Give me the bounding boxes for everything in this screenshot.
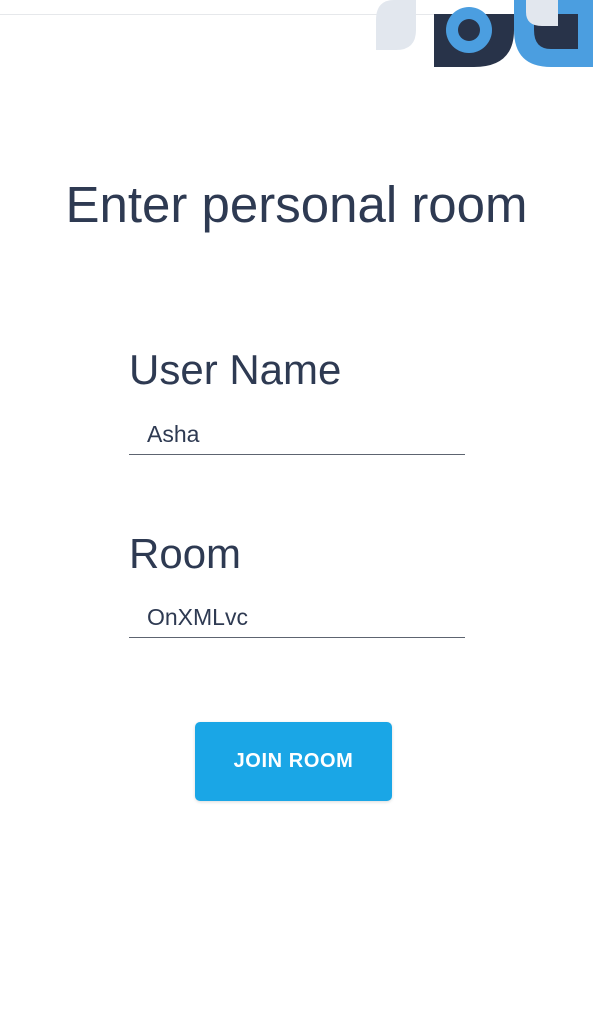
logo-light-notch [526, 0, 558, 26]
room-label: Room [129, 530, 242, 577]
logo-ring-dark-core [458, 19, 480, 41]
user-name-input[interactable] [129, 415, 465, 455]
user-name-label: User Name [129, 346, 342, 393]
join-room-button[interactable]: JOIN ROOM [195, 722, 392, 801]
logo-graphic-icon [376, 0, 593, 67]
page-title: Enter personal room [65, 176, 528, 233]
logo-light-shape [376, 0, 416, 50]
room-input[interactable] [129, 598, 465, 638]
